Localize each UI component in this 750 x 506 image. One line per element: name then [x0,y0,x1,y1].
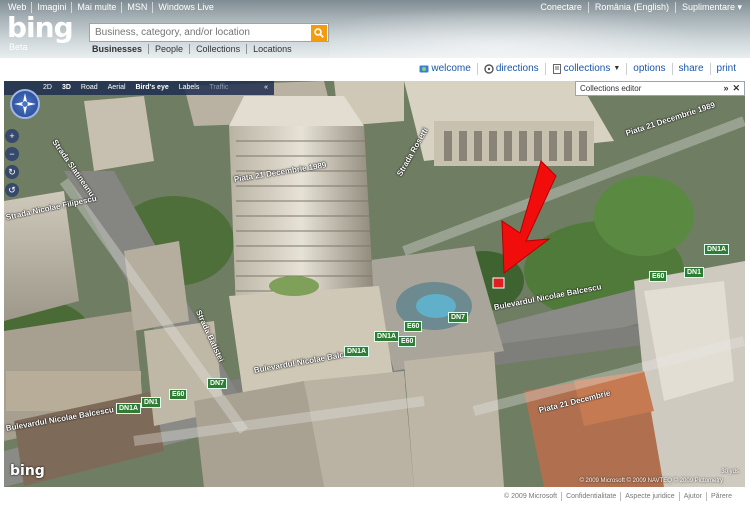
directions-button[interactable]: directions [478,63,546,75]
footer-copyright: © 2009 Microsoft [500,492,563,501]
welcome-button[interactable]: welcome [413,63,478,75]
globe-icon [419,65,429,73]
nav-msn[interactable]: MSN [122,2,154,13]
steering-wheel-icon [484,64,494,74]
welcome-label: welcome [431,63,471,74]
road-view-button[interactable]: Road [76,81,103,95]
route-marker: DN1 [141,397,162,408]
collections-editor-controls: » ✕ [723,83,744,94]
sign-in-link[interactable]: Conectare [534,2,589,13]
aerial-view-button[interactable]: Aerial [103,81,131,95]
bing-logo[interactable]: bing [7,14,74,42]
collections-label: collections [563,63,611,74]
share-button[interactable]: share [673,63,711,75]
scope-locations[interactable]: Locations [247,44,298,54]
header: Web Imagini Mai multe MSN Windows Live C… [0,0,750,58]
footer-help-link[interactable]: Ajutor [680,492,707,501]
zoom-out-icon[interactable]: − [5,147,19,161]
birds-eye-imagery [4,81,745,487]
map-view[interactable]: Piata 21 Decembrie 1989 Piata 21 Decembr… [4,81,745,487]
nav-more[interactable]: Mai multe [72,2,123,13]
chevron-down-icon: ▼ [613,65,621,72]
labels-toggle[interactable]: Labels [174,81,205,95]
route-marker: E60 [169,389,188,400]
collapse-bar-button[interactable]: « [259,81,274,95]
print-button[interactable]: print [711,63,736,75]
traffic-toggle[interactable]: Traffic [204,81,233,95]
route-marker: DN1A [374,331,400,342]
footer: © 2009 Microsoft Confidentialitate Aspec… [500,492,732,501]
compass-rose-icon[interactable] [10,89,40,119]
search-box [89,23,329,42]
collections-editor-title: Collections editor [580,84,642,93]
route-marker: DN7 [207,378,228,389]
rotate-counterclockwise-icon[interactable]: ↺ [5,183,19,197]
footer-privacy-link[interactable]: Confidentialitate [562,492,622,501]
zoom-in-icon[interactable]: + [5,129,19,143]
search-input[interactable] [90,24,311,41]
scope-businesses[interactable]: Businesses [92,44,150,54]
route-marker: E60 [649,271,668,282]
rotate-clockwise-icon[interactable]: ↻ [5,165,19,179]
route-marker: DN7 [448,312,469,323]
search-icon [314,27,324,38]
print-label: print [716,63,736,74]
footer-feedback-link[interactable]: Părere [707,492,732,501]
map-mode-bar: 2D 3D Road Aerial Bird's eye Labels Traf… [4,81,274,95]
options-button[interactable]: options [627,63,673,75]
mode-2d-button[interactable]: 2D [38,81,57,95]
search-scopes: Businesses People Collections Locations [92,44,298,54]
route-marker: E60 [398,336,417,347]
directions-label: directions [495,63,539,74]
route-marker: DN1 [684,267,705,278]
map-toolbar: welcome directions collections ▼ options… [413,63,736,75]
route-marker: DN1A [116,403,142,414]
nav-windows-live[interactable]: Windows Live [153,2,219,13]
mode-3d-button[interactable]: 3D [57,81,76,95]
share-label: share [678,63,704,74]
birds-eye-view-button[interactable]: Bird's eye [131,81,174,95]
more-menu[interactable]: Suplimentare ▾ [676,2,742,13]
beta-label: Beta [9,42,28,52]
options-label: options [633,63,666,74]
search-button[interactable] [311,24,327,41]
minimize-icon[interactable]: » [723,83,728,94]
region-link[interactable]: România (English) [589,2,676,13]
footer-legal-link[interactable]: Aspecte juridice [621,492,680,501]
route-marker: E60 [404,321,423,332]
map-copyright: © 2009 Microsoft © 2009 NAVTEQ © 2009 Pi… [579,478,723,484]
scope-collections[interactable]: Collections [190,44,248,54]
scale-bar: 30 yds [721,469,739,475]
collections-icon [552,64,561,74]
collections-editor: Collections editor » ✕ [575,81,745,96]
compass-arrows-icon [14,93,36,115]
scope-people[interactable]: People [149,44,191,54]
route-marker: DN1A [704,244,730,255]
collections-button[interactable]: collections ▼ [546,63,628,75]
route-marker: DN1A [344,346,370,357]
bing-watermark: bing [10,463,45,479]
account-links: Conectare România (English) Suplimentare… [534,2,742,13]
close-icon[interactable]: ✕ [732,83,740,94]
